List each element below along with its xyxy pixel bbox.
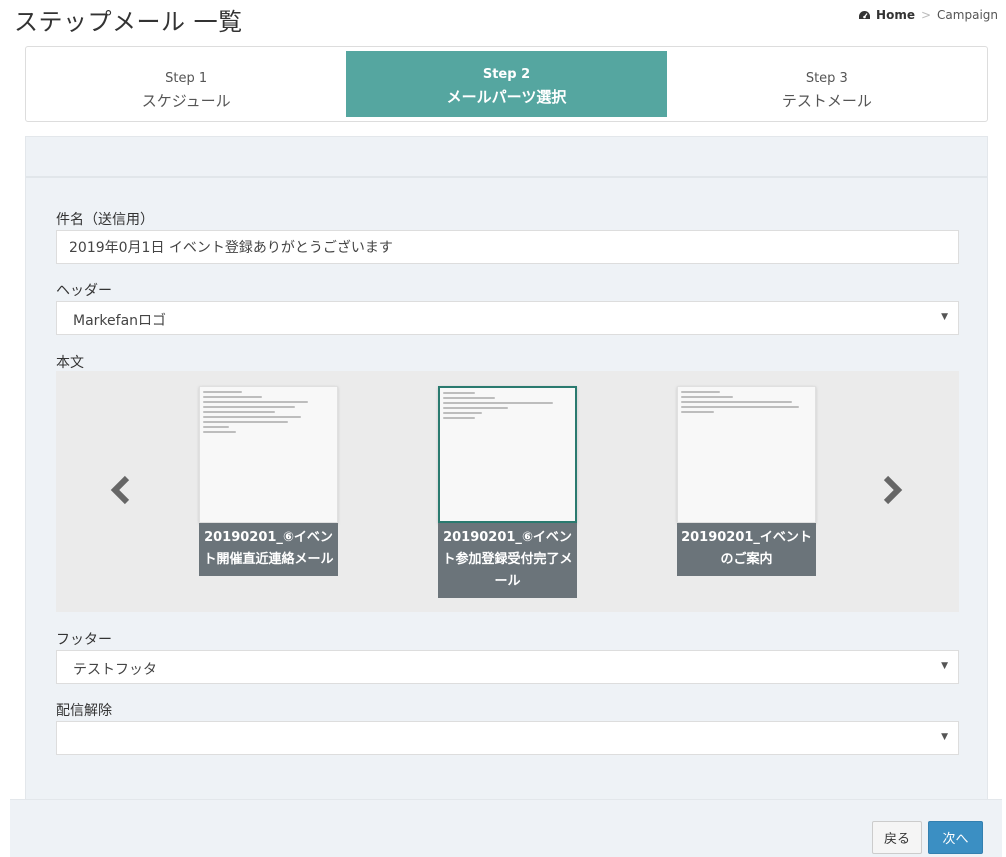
template-caption: 20190201_イベントのご案内 bbox=[677, 523, 816, 576]
next-button[interactable]: 次へ bbox=[928, 821, 983, 854]
chevron-right-icon[interactable] bbox=[881, 475, 903, 511]
subject-label: 件名（送信用） bbox=[56, 212, 154, 228]
mail-parts-panel: 件名（送信用） ヘッダー Markefanロゴ ▼ 本文 20190201_⑥イ… bbox=[25, 136, 988, 856]
step-1-tab[interactable]: Step 1 スケジュール bbox=[26, 51, 346, 117]
step-2-number: Step 2 bbox=[482, 67, 531, 82]
dashboard-icon bbox=[859, 10, 871, 19]
template-card-selected[interactable]: 20190201_⑥イベント参加登録受付完了メール bbox=[438, 386, 577, 598]
breadcrumb-separator: > bbox=[920, 8, 932, 22]
breadcrumb: Home > Campaign bbox=[858, 8, 998, 22]
breadcrumb-current: Campaign bbox=[937, 8, 998, 22]
template-card[interactable]: 20190201_イベントのご案内 bbox=[677, 386, 816, 576]
breadcrumb-home[interactable]: Home bbox=[858, 8, 915, 22]
step-1-number: Step 1 bbox=[165, 71, 208, 86]
unsubscribe-label: 配信解除 bbox=[56, 703, 112, 719]
chevron-left-icon[interactable] bbox=[110, 475, 132, 511]
caret-down-icon: ▼ bbox=[941, 732, 948, 742]
footer-select-value: テストフッタ bbox=[73, 662, 157, 678]
body-label: 本文 bbox=[56, 355, 84, 371]
caret-down-icon: ▼ bbox=[941, 312, 948, 322]
panel-header bbox=[26, 137, 987, 178]
template-thumbnail bbox=[677, 386, 816, 523]
step-3-name: テストメール bbox=[781, 92, 872, 110]
back-button[interactable]: 戻る bbox=[872, 821, 922, 854]
subject-input[interactable] bbox=[56, 230, 959, 264]
body-template-carousel: 20190201_⑥イベント開催直近連絡メール 20190201_⑥イベント参加… bbox=[56, 371, 959, 612]
template-caption: 20190201_⑥イベント参加登録受付完了メール bbox=[438, 523, 577, 598]
step-wizard: Step 1 スケジュール Step 2 メールパーツ選択 Step 3 テスト… bbox=[25, 46, 988, 122]
step-2-name: メールパーツ選択 bbox=[446, 88, 567, 106]
step-3-number: Step 3 bbox=[805, 71, 848, 86]
step-1-name: スケジュール bbox=[141, 92, 231, 110]
template-thumbnail bbox=[199, 386, 338, 523]
template-caption: 20190201_⑥イベント開催直近連絡メール bbox=[199, 523, 338, 576]
step-2-tab[interactable]: Step 2 メールパーツ選択 bbox=[346, 51, 667, 117]
step-3-tab[interactable]: Step 3 テストメール bbox=[667, 51, 987, 117]
header-select-value: Markefanロゴ bbox=[73, 313, 167, 329]
footer-select[interactable]: テストフッタ ▼ bbox=[56, 650, 959, 684]
template-thumbnail bbox=[438, 386, 577, 523]
header-select[interactable]: Markefanロゴ ▼ bbox=[56, 301, 959, 335]
caret-down-icon: ▼ bbox=[941, 661, 948, 671]
page-title: ステップメール 一覧 bbox=[14, 8, 243, 36]
unsubscribe-select[interactable]: ▼ bbox=[56, 721, 959, 755]
template-card[interactable]: 20190201_⑥イベント開催直近連絡メール bbox=[199, 386, 338, 576]
footer-label: フッター bbox=[56, 632, 112, 648]
header-label: ヘッダー bbox=[56, 283, 112, 299]
breadcrumb-home-label: Home bbox=[876, 8, 915, 22]
action-bar: 戻る 次へ bbox=[10, 799, 1002, 857]
